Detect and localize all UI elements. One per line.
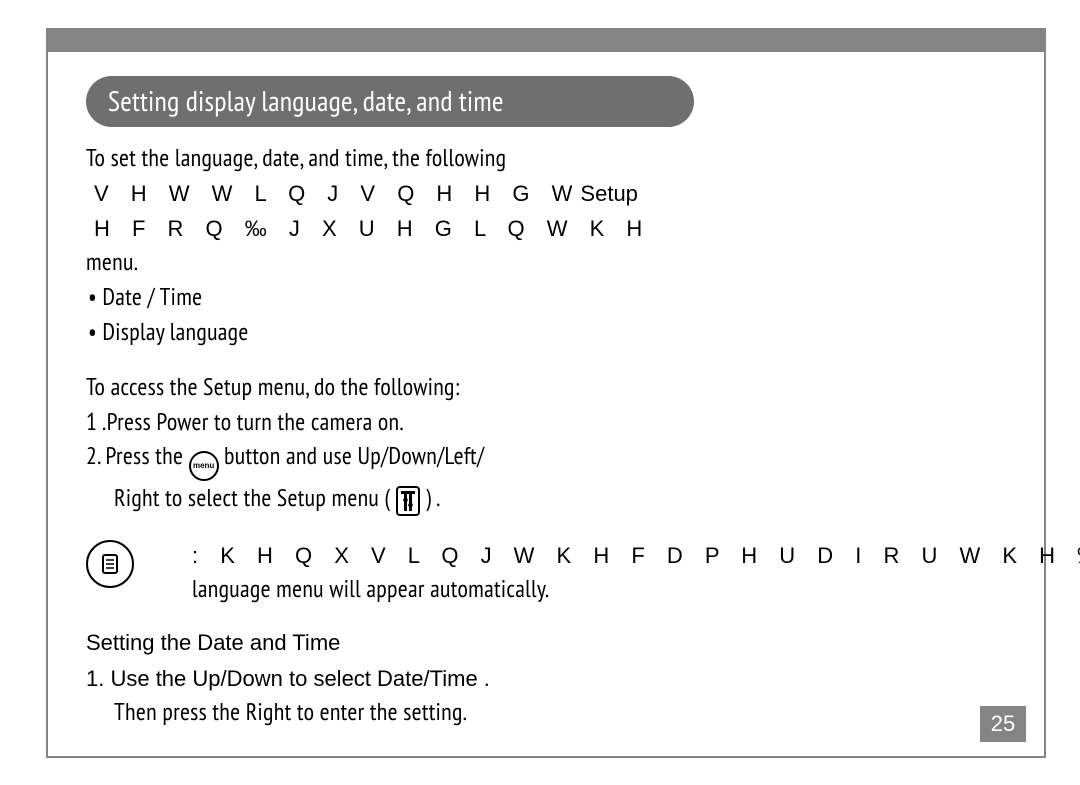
garbled-segment-a: V H W W L Q J V Q H H G W: [94, 181, 580, 206]
setup-word-inline: Setup: [580, 181, 638, 206]
page-content: Setting display language, date, and time…: [48, 52, 1044, 730]
note-line-2: language menu will appear automatically.: [192, 572, 1080, 607]
step-2b-text: button and use Up/Down/Left/: [224, 440, 484, 471]
bullet-date-time: • Date / Time: [86, 280, 1006, 315]
intro-line: To set the language, date, and time, the…: [86, 141, 1006, 176]
note-text: : K H Q X V L Q J W K H F D P H U D I R …: [192, 540, 1080, 607]
sub-step-1b: Then press the Right to enter the settin…: [86, 695, 1006, 730]
garbled-line-1: V H W W L Q J V Q H H G WSetup H F R Q ‰…: [94, 176, 1006, 246]
setup-menu-icon: [396, 486, 420, 516]
step-2c-text: Right to select the Setup menu (: [114, 482, 390, 513]
step-1: 1 .Press Power to turn the camera on.: [86, 405, 1006, 440]
garbled-segment-b: H F R Q ‰ J X U H G L Q W K H: [94, 216, 650, 241]
bullet-display-language: • Display language: [86, 315, 1006, 350]
step-2-line-1: 2. Press the menu button and use Up/Down…: [86, 439, 1006, 481]
subheading-date-time: Setting the Date and Time: [86, 627, 1006, 659]
step-2-line-2: Right to select the Setup menu ( ) .: [86, 481, 1006, 516]
page-number: 25: [980, 706, 1026, 742]
page-frame: Setting display language, date, and time…: [46, 28, 1046, 758]
sub-step-1: 1. Use the Up/Down to select Date/Time .: [86, 663, 1006, 695]
menu-label: menu.: [86, 245, 1006, 280]
access-line: To access the Setup menu, do the followi…: [86, 370, 1006, 405]
step-2d-text: ) .: [425, 482, 440, 513]
section-title: Setting display language, date, and time: [86, 76, 694, 127]
note-garbled-line: : K H Q X V L Q J W K H F D P H U D I R …: [192, 540, 1080, 572]
body-text: To set the language, date, and time, the…: [86, 141, 1006, 730]
note-icon: [86, 540, 134, 588]
note-row: : K H Q X V L Q J W K H F D P H U D I R …: [86, 540, 1006, 607]
step-2a-text: 2. Press the: [86, 440, 189, 471]
menu-button-icon: menu: [189, 451, 219, 481]
